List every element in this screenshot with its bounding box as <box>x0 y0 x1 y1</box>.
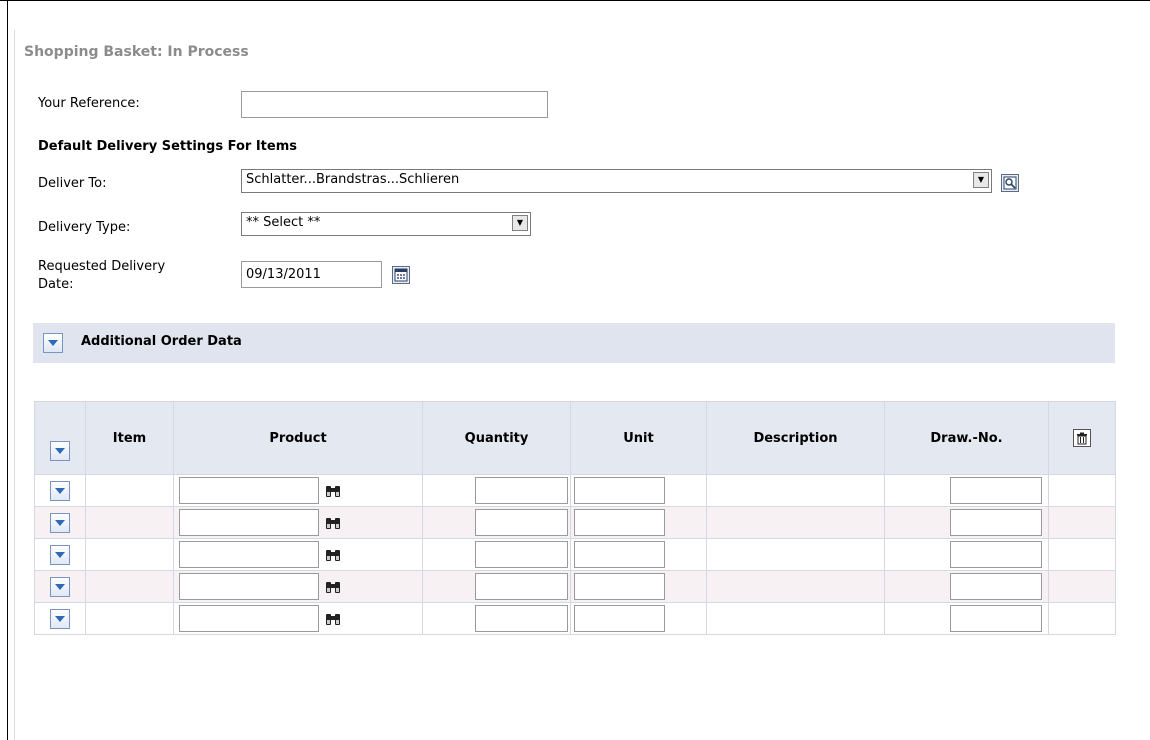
draw-no-input[interactable] <box>950 541 1042 568</box>
description-cell <box>706 474 885 507</box>
quantity-input[interactable] <box>475 509 568 536</box>
unit-input[interactable] <box>574 573 665 600</box>
table-row <box>34 602 1116 635</box>
description-cell <box>706 506 885 539</box>
binoculars-icon[interactable] <box>324 515 341 532</box>
header-product[interactable]: Product <box>173 401 423 475</box>
content-left-rule <box>14 30 15 740</box>
chevron-down-icon[interactable] <box>50 544 70 565</box>
header-unit[interactable]: Unit <box>570 401 707 475</box>
description-cell <box>706 602 885 635</box>
header-quantity[interactable]: Quantity <box>422 401 571 475</box>
chevron-down-icon[interactable] <box>50 441 70 461</box>
chevron-down-icon[interactable] <box>50 576 70 597</box>
address-lookup-icon[interactable] <box>1001 174 1019 192</box>
calendar-icon[interactable] <box>392 266 410 284</box>
product-input[interactable] <box>179 509 319 536</box>
chevron-down-icon[interactable] <box>50 512 70 533</box>
product-input[interactable] <box>179 541 319 568</box>
table-row <box>34 570 1116 603</box>
additional-order-data-bar: Additional Order Data <box>33 323 1115 363</box>
window-left-border <box>7 0 8 740</box>
table-row <box>34 474 1116 507</box>
item-cell <box>85 538 174 571</box>
item-cell <box>85 602 174 635</box>
item-cell <box>85 506 174 539</box>
chevron-down-icon[interactable] <box>50 608 70 629</box>
header-item[interactable]: Item <box>85 401 174 475</box>
item-cell <box>85 570 174 603</box>
binoculars-icon[interactable] <box>324 611 341 628</box>
dropdown-arrow-icon[interactable]: ▼ <box>512 215 528 231</box>
delivery-type-select[interactable]: ** Select ** ▼ <box>241 212 531 236</box>
quantity-input[interactable] <box>475 541 568 568</box>
default-delivery-heading: Default Delivery Settings For Items <box>38 139 297 154</box>
description-cell <box>706 538 885 571</box>
requested-date-label-line1: Requested Delivery <box>38 259 166 274</box>
quantity-input[interactable] <box>475 605 568 632</box>
draw-no-input[interactable] <box>950 573 1042 600</box>
window-top-border <box>0 0 1150 1</box>
binoculars-icon[interactable] <box>324 483 341 500</box>
header-delete-cell <box>1048 401 1116 475</box>
product-input[interactable] <box>179 477 319 504</box>
header-expand-cell <box>34 401 86 475</box>
dropdown-arrow-icon[interactable]: ▼ <box>973 172 989 188</box>
binoculars-icon[interactable] <box>324 547 341 564</box>
product-input[interactable] <box>179 573 319 600</box>
header-description[interactable]: Description <box>706 401 885 475</box>
trash-icon[interactable] <box>1073 429 1091 447</box>
quantity-input[interactable] <box>475 573 568 600</box>
header-draw-no[interactable]: Draw.-No. <box>884 401 1049 475</box>
unit-input[interactable] <box>574 509 665 536</box>
page-title: Shopping Basket: In Process <box>24 44 249 60</box>
table-row <box>34 506 1116 539</box>
requested-date-label-line2: Date: <box>38 277 74 292</box>
additional-order-data-title: Additional Order Data <box>81 334 242 349</box>
table-header-row: Item Product Quantity Unit Description D… <box>34 401 1116 475</box>
description-cell <box>706 570 885 603</box>
table-row <box>34 538 1116 571</box>
product-input[interactable] <box>179 605 319 632</box>
item-cell <box>85 474 174 507</box>
draw-no-input[interactable] <box>950 477 1042 504</box>
delivery-type-label: Delivery Type: <box>38 220 131 235</box>
reference-label: Your Reference: <box>38 96 140 111</box>
draw-no-input[interactable] <box>950 605 1042 632</box>
reference-input[interactable] <box>241 91 548 118</box>
requested-date-input[interactable] <box>241 261 382 288</box>
deliver-to-value: Schlatter...Brandstras...Schlieren <box>246 172 460 187</box>
deliver-to-select[interactable]: Schlatter...Brandstras...Schlieren ▼ <box>241 169 992 193</box>
items-table: Item Product Quantity Unit Description D… <box>34 401 1116 635</box>
delivery-type-value: ** Select ** <box>246 215 321 230</box>
quantity-input[interactable] <box>475 477 568 504</box>
unit-input[interactable] <box>574 605 665 632</box>
unit-input[interactable] <box>574 477 665 504</box>
binoculars-icon[interactable] <box>324 579 341 596</box>
chevron-down-icon[interactable] <box>50 480 70 501</box>
unit-input[interactable] <box>574 541 665 568</box>
draw-no-input[interactable] <box>950 509 1042 536</box>
chevron-down-icon[interactable] <box>43 333 63 353</box>
deliver-to-label: Deliver To: <box>38 176 107 191</box>
